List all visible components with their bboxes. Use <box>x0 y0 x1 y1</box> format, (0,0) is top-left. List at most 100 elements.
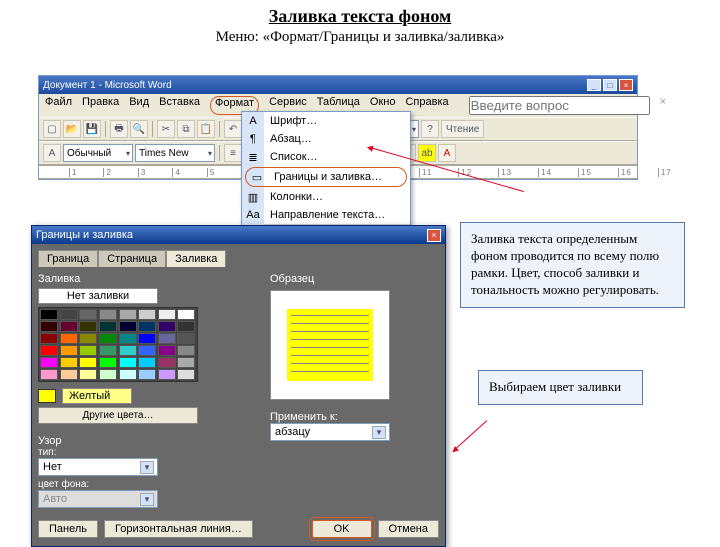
new-icon[interactable]: ▢ <box>43 120 61 138</box>
color-swatch[interactable] <box>138 333 156 344</box>
word-titlebar: Документ 1 - Microsoft Word _ □ × <box>39 76 637 94</box>
color-swatch[interactable] <box>79 333 97 344</box>
color-swatch[interactable] <box>119 309 137 320</box>
highlight-icon[interactable]: ab <box>418 144 436 162</box>
color-swatch[interactable] <box>158 357 176 368</box>
color-swatch[interactable] <box>138 345 156 356</box>
color-swatch[interactable] <box>138 309 156 320</box>
borders-shading-dialog: Границы и заливка × Граница Страница Зал… <box>31 225 446 547</box>
color-swatch[interactable] <box>60 309 78 320</box>
apply-to-combo[interactable]: абзацу <box>270 423 390 441</box>
color-swatch[interactable] <box>138 369 156 380</box>
color-swatch[interactable] <box>60 321 78 332</box>
menu-file[interactable]: Файл <box>45 96 72 115</box>
color-swatch[interactable] <box>158 309 176 320</box>
color-swatch[interactable] <box>177 345 195 356</box>
color-swatch[interactable] <box>177 321 195 332</box>
color-swatch[interactable] <box>138 357 156 368</box>
color-swatch[interactable] <box>119 345 137 356</box>
minimize-button[interactable]: _ <box>587 79 601 91</box>
dialog-close-icon[interactable]: × <box>427 229 441 242</box>
font-color-icon[interactable]: A <box>438 144 456 162</box>
color-swatch[interactable] <box>79 309 97 320</box>
paste-icon[interactable]: 📋 <box>197 120 215 138</box>
panel-button[interactable]: Панель <box>38 520 98 538</box>
ruler-tick: 4 <box>172 168 180 177</box>
menu-help[interactable]: Справка <box>405 96 448 115</box>
pattern-type-combo[interactable]: Нет <box>38 458 158 476</box>
reading-button[interactable]: Чтение <box>441 120 484 138</box>
color-swatch[interactable] <box>40 333 58 344</box>
color-swatch[interactable] <box>60 345 78 356</box>
cancel-button[interactable]: Отмена <box>378 520 439 538</box>
cut-icon[interactable]: ✂ <box>157 120 175 138</box>
color-swatch[interactable] <box>177 369 195 380</box>
color-swatch[interactable] <box>60 333 78 344</box>
color-swatch[interactable] <box>119 321 137 332</box>
close-button[interactable]: × <box>619 79 633 91</box>
color-swatch[interactable] <box>79 321 97 332</box>
color-swatch[interactable] <box>79 357 97 368</box>
menu-item-1[interactable]: ¶Абзац… <box>242 130 410 148</box>
color-swatch[interactable] <box>158 369 176 380</box>
tab-fill[interactable]: Заливка <box>166 250 226 267</box>
menu-item-3[interactable]: ▭Границы и заливка… <box>245 167 407 187</box>
other-colors-button[interactable]: Другие цвета… <box>38 407 198 424</box>
color-swatch[interactable] <box>40 369 58 380</box>
color-swatch[interactable] <box>99 309 117 320</box>
undo-icon[interactable]: ↶ <box>224 120 242 138</box>
save-icon[interactable]: 💾 <box>83 120 101 138</box>
copy-icon[interactable]: ⧉ <box>177 120 195 138</box>
dialog-title: Границы и заливка <box>36 229 133 241</box>
menu-item-0[interactable]: AШрифт… <box>242 112 410 130</box>
color-swatch[interactable] <box>138 321 156 332</box>
dialog-tabs: Граница Страница Заливка <box>38 250 439 267</box>
hline-button[interactable]: Горизонтальная линия… <box>104 520 253 538</box>
no-fill-button[interactable]: Нет заливки <box>38 288 158 304</box>
color-swatch[interactable] <box>40 321 58 332</box>
preview-icon[interactable]: 🔍 <box>130 120 148 138</box>
color-swatch[interactable] <box>177 357 195 368</box>
styles-icon[interactable]: A <box>43 144 61 162</box>
color-swatch[interactable] <box>60 369 78 380</box>
color-swatch[interactable] <box>158 333 176 344</box>
color-swatch[interactable] <box>60 357 78 368</box>
ok-button[interactable]: OK <box>312 520 372 538</box>
color-swatch[interactable] <box>99 357 117 368</box>
format-menu-dropdown: AШрифт…¶Абзац…≣Список…▭Границы и заливка… <box>241 111 411 241</box>
menu-view[interactable]: Вид <box>129 96 149 115</box>
color-swatch[interactable] <box>177 333 195 344</box>
color-swatch[interactable] <box>99 345 117 356</box>
color-swatch[interactable] <box>40 309 58 320</box>
menu-item-4[interactable]: ▥Колонки… <box>242 188 410 206</box>
ruler-tick: 15 <box>578 168 592 177</box>
menu-item-5[interactable]: AaНаправление текста… <box>242 206 410 224</box>
color-swatch[interactable] <box>177 309 195 320</box>
ask-input[interactable] <box>469 96 650 115</box>
align-left-icon[interactable]: ≡ <box>224 144 242 162</box>
color-swatch[interactable] <box>119 357 137 368</box>
color-swatch[interactable] <box>158 345 176 356</box>
doc-close-icon[interactable]: × <box>660 96 666 115</box>
color-swatch[interactable] <box>79 369 97 380</box>
color-swatch[interactable] <box>40 357 58 368</box>
style-combo[interactable]: Обычный <box>63 144 133 162</box>
color-swatch[interactable] <box>99 321 117 332</box>
color-swatch[interactable] <box>99 333 117 344</box>
color-swatch[interactable] <box>40 345 58 356</box>
tab-border[interactable]: Граница <box>38 250 98 267</box>
print-icon[interactable]: 🖶 <box>110 120 128 138</box>
color-swatch[interactable] <box>158 321 176 332</box>
menu-edit[interactable]: Правка <box>82 96 119 115</box>
open-icon[interactable]: 📂 <box>63 120 81 138</box>
color-swatch[interactable] <box>119 333 137 344</box>
menu-insert[interactable]: Вставка <box>159 96 200 115</box>
color-swatch[interactable] <box>119 369 137 380</box>
tab-page[interactable]: Страница <box>98 250 166 267</box>
maximize-button[interactable]: □ <box>603 79 617 91</box>
sample-label: Образец <box>270 273 390 285</box>
font-combo[interactable]: Times New <box>135 144 215 162</box>
color-swatch[interactable] <box>79 345 97 356</box>
color-swatch[interactable] <box>99 369 117 380</box>
help-icon[interactable]: ? <box>421 120 439 138</box>
